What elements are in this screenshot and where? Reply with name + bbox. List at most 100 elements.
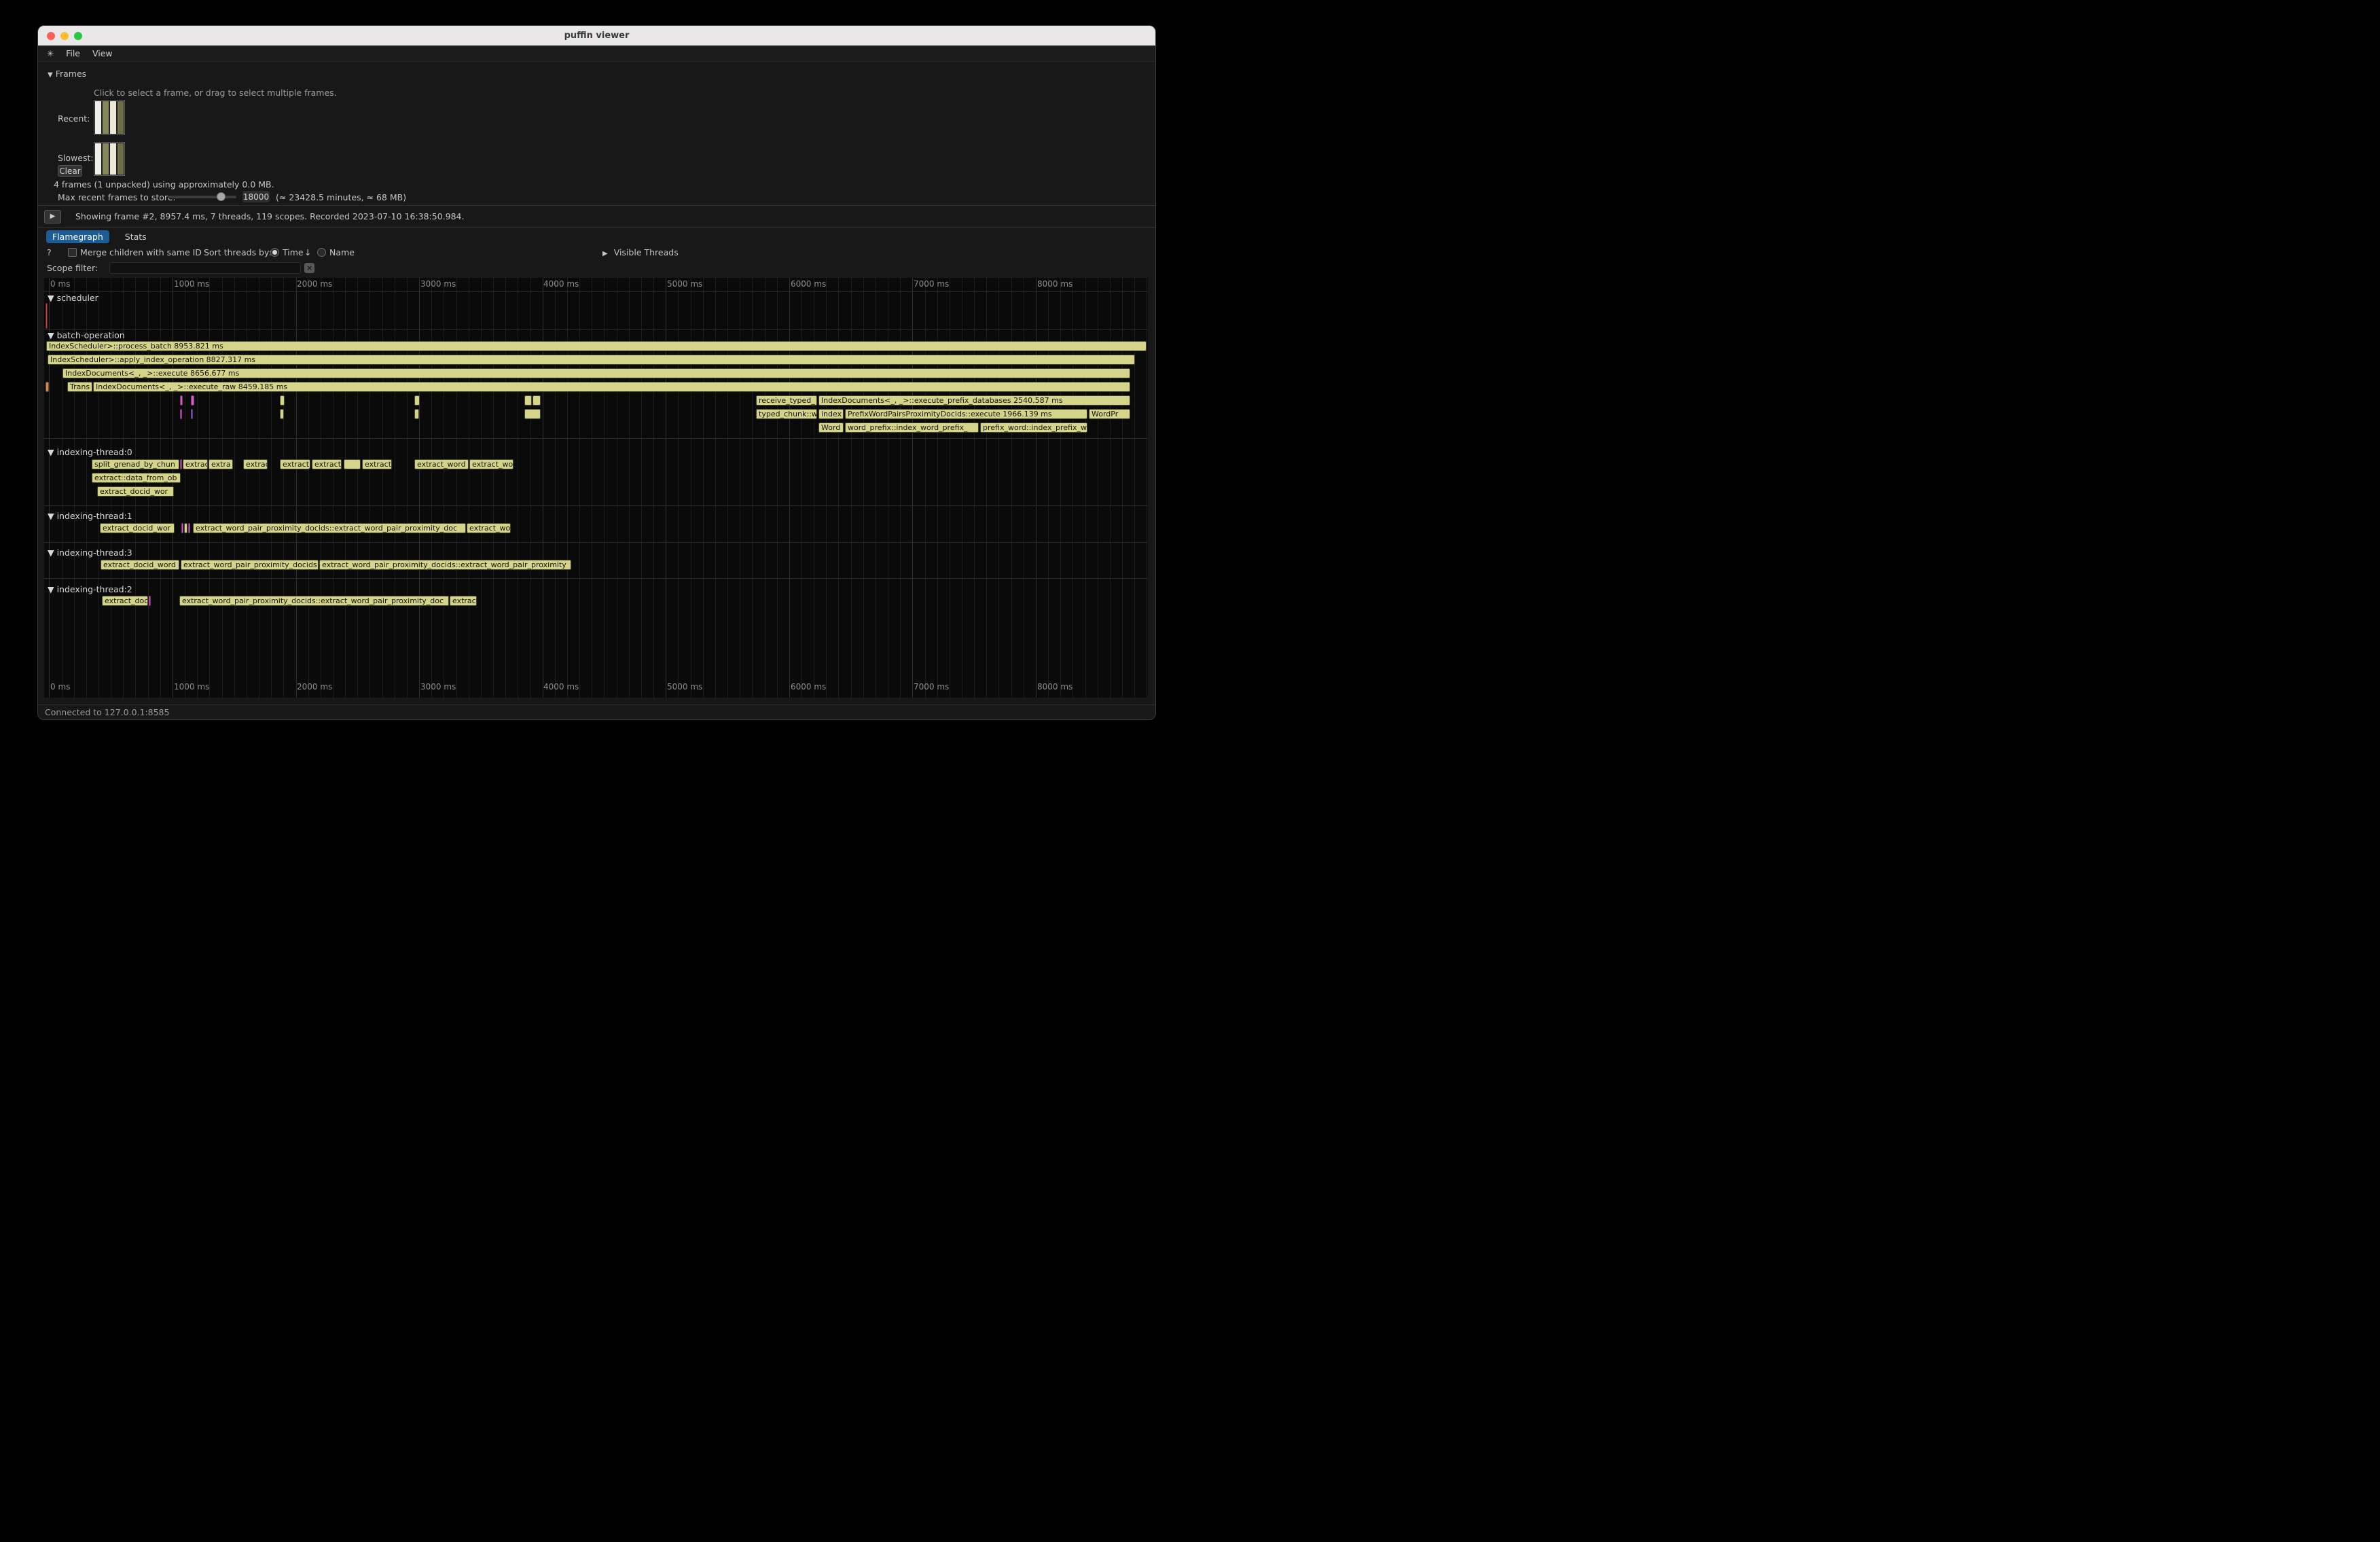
flame-scope-bar[interactable]: typed_chunk::w	[756, 409, 817, 419]
flame-scope-tick[interactable]	[181, 523, 183, 533]
flame-scope-bar[interactable]: extract_docid_wor	[100, 523, 175, 533]
flame-scope-tick[interactable]	[180, 409, 182, 419]
visible-threads-label: Visible Threads	[614, 247, 679, 257]
flame-scope-bar[interactable]: index	[818, 409, 844, 419]
flame-scope-bar[interactable]: word_prefix::index_word_prefix_	[845, 423, 979, 433]
slider-knob[interactable]	[217, 192, 226, 201]
frame-bar[interactable]	[103, 101, 109, 134]
frame-bar[interactable]	[95, 101, 101, 134]
flame-scope-bar[interactable]: IndexDocuments<_, _>::execute_prefix_dat…	[818, 395, 1130, 406]
titlebar[interactable]: puffin viewer	[38, 26, 1155, 46]
flame-scope-bar[interactable]: IndexScheduler>::apply_index_operation 8…	[48, 355, 1135, 365]
flame-scope-bar[interactable]: extract_doc	[102, 596, 148, 606]
flame-scope-bar[interactable]: extract_word	[414, 459, 469, 469]
flame-scope-bar[interactable]: PrefixWordPairsProximityDocids::execute …	[845, 409, 1087, 419]
thread-group-label[interactable]: ▼ scheduler	[48, 293, 98, 303]
merge-children-checkbox[interactable]	[68, 248, 77, 257]
frame-bar[interactable]	[95, 143, 101, 175]
flame-scope-bar[interactable]: WordPr	[1089, 409, 1130, 419]
flame-scope-bar[interactable]: extract_word_pair_proximity_docids::extr…	[319, 560, 571, 570]
flame-scope-bar[interactable]: extra	[209, 459, 233, 469]
flame-scope-tick[interactable]	[180, 459, 182, 469]
flame-scope-bar[interactable]: extract_word_pair_proximity_docids::extr…	[193, 523, 466, 533]
max-frames-value[interactable]: 18000	[242, 191, 270, 202]
flame-scope-bar[interactable]: extract_	[312, 459, 342, 469]
frames-hint: Click to select a frame, or drag to sele…	[94, 88, 337, 98]
flame-scope-bar[interactable]: extract_word_pair_proximity_docids::extr…	[179, 596, 449, 606]
clear-button[interactable]: Clear	[58, 165, 82, 177]
flame-scope-bar[interactable]: extrac	[243, 459, 268, 469]
sort-direction-arrow-icon[interactable]: ↓	[304, 247, 311, 257]
flame-scope-tick[interactable]	[180, 395, 183, 406]
flame-scope-bar[interactable]: extract	[362, 459, 392, 469]
menu-view[interactable]: View	[92, 48, 113, 58]
sort-name-radio[interactable]	[317, 248, 326, 257]
flame-scope-tick[interactable]	[46, 382, 49, 392]
max-frames-slider[interactable]	[168, 196, 236, 198]
flame-scope-tick[interactable]	[46, 303, 48, 329]
flamegraph-canvas[interactable]: 0 ms0 ms1000 ms1000 ms2000 ms2000 ms3000…	[44, 278, 1148, 698]
thread-group-label[interactable]: ▼ indexing-thread:3	[48, 548, 132, 558]
scope-filter-input[interactable]	[109, 262, 301, 274]
thread-separator	[44, 542, 1148, 543]
flame-scope-tick[interactable]	[414, 395, 420, 406]
flame-scope-bar[interactable]: prefix_word::index_prefix_wo	[980, 423, 1087, 433]
flame-scope-tick[interactable]	[533, 395, 541, 406]
tab-stats[interactable]: Stats	[119, 230, 153, 243]
time-tick-label: 8000 ms	[1037, 279, 1072, 289]
flame-scope-tick[interactable]	[188, 523, 190, 533]
sort-name-label[interactable]: Name	[329, 247, 355, 257]
flame-scope-bar[interactable]: extract::data_from_ob	[92, 473, 181, 483]
flame-scope-bar[interactable]: extract_wo	[469, 459, 513, 469]
flame-scope-bar[interactable]: IndexDocuments<_, _>::execute_raw 8459.1…	[93, 382, 1130, 392]
flame-scope-tick[interactable]	[344, 459, 361, 469]
menu-file[interactable]: File	[66, 48, 80, 58]
thread-group-label[interactable]: ▼ indexing-thread:1	[48, 511, 132, 521]
flame-scope-bar[interactable]: IndexDocuments<_, _>::execute 8656.677 m…	[62, 368, 1130, 378]
flame-scope-bar[interactable]: extract_docid_word	[101, 560, 179, 570]
flame-scope-bar[interactable]: extract_wo	[467, 523, 511, 533]
sort-time-radio[interactable]	[270, 248, 279, 257]
flame-scope-tick[interactable]	[191, 395, 194, 406]
frames-header[interactable]: ▼ Frames	[48, 69, 86, 79]
flame-scope-bar[interactable]: extract_	[280, 459, 310, 469]
frame-bar[interactable]	[103, 143, 109, 175]
frame-bar[interactable]	[118, 101, 124, 134]
tab-flamegraph[interactable]: Flamegraph	[46, 230, 109, 243]
flame-scope-bar[interactable]: extract_word_pair_proximity_docids	[181, 560, 319, 570]
sort-time-label[interactable]: Time	[283, 247, 304, 257]
flame-scope-tick[interactable]	[184, 523, 187, 533]
flame-scope-bar[interactable]: Trans	[67, 382, 92, 392]
flame-scope-bar[interactable]: IndexScheduler>::process_batch 8953.821 …	[46, 341, 1147, 351]
flame-scope-tick[interactable]	[280, 395, 285, 406]
frame-bar[interactable]	[118, 143, 124, 175]
flame-scope-tick[interactable]	[191, 409, 193, 419]
recent-frames-thumbnail[interactable]	[94, 100, 125, 135]
flame-scope-bar[interactable]: Word	[818, 423, 844, 433]
play-button[interactable]: ▶	[44, 210, 61, 223]
flame-scope-tick[interactable]	[524, 395, 532, 406]
frame-bar[interactable]	[110, 143, 116, 175]
time-tick-label: 7000 ms	[914, 279, 949, 289]
flame-scope-bar[interactable]: split_grenad_by_chun	[92, 459, 179, 469]
app-asterisk-icon[interactable]: ✳	[47, 49, 54, 58]
tabs-row: Flamegraph Stats	[38, 228, 1155, 246]
thread-group-label[interactable]: ▼ indexing-thread:2	[48, 584, 132, 594]
clear-filter-icon[interactable]: ×	[304, 263, 314, 273]
time-tick-label: 5000 ms	[667, 682, 702, 692]
flame-scope-tick[interactable]	[149, 596, 151, 606]
help-button[interactable]: ?	[47, 247, 52, 257]
flame-scope-bar[interactable]: extract_docid_wor	[97, 486, 174, 497]
frame-bar[interactable]	[110, 101, 116, 134]
flame-scope-bar[interactable]: extract	[183, 459, 208, 469]
slowest-frames-thumbnail[interactable]	[94, 142, 125, 176]
flame-scope-tick[interactable]	[280, 409, 284, 419]
flame-scope-tick[interactable]	[414, 409, 419, 419]
thread-group-label[interactable]: ▼ indexing-thread:0	[48, 447, 132, 457]
flame-scope-bar[interactable]: extrac	[450, 596, 477, 606]
flame-scope-tick[interactable]	[524, 409, 541, 419]
visible-threads-header[interactable]: ▶ Visible Threads	[602, 247, 679, 257]
flame-scope-bar[interactable]: receive_typed_	[756, 395, 817, 406]
thread-group-label[interactable]: ▼ batch-operation	[48, 330, 125, 340]
merge-children-label[interactable]: Merge children with same ID	[80, 247, 202, 257]
